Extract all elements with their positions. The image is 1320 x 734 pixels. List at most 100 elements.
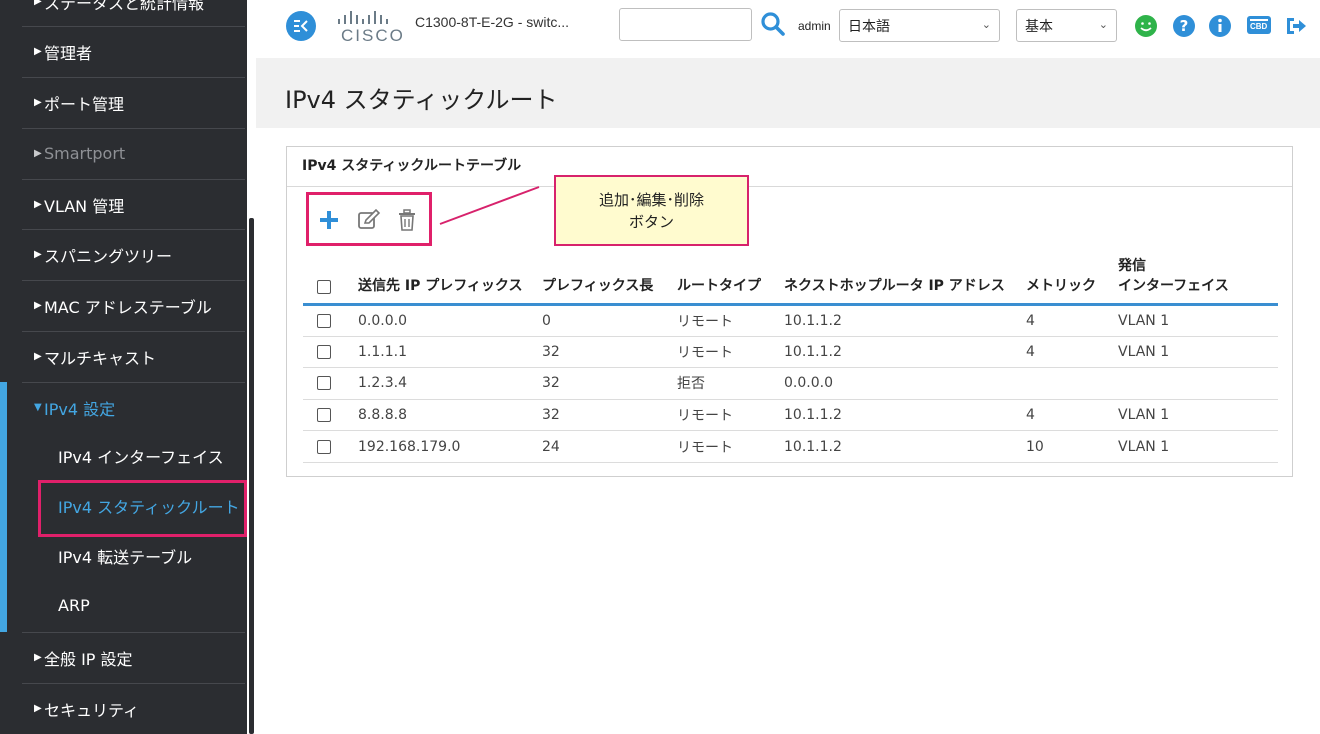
sidebar-item-security[interactable]: ▶ セキュリティ — [22, 683, 245, 733]
sidebar-item-label: Smartport — [44, 144, 126, 163]
sidebar-item-port-management[interactable]: ▶ ポート管理 — [22, 77, 245, 127]
cell-route-type: リモート — [677, 304, 784, 337]
delete-icon[interactable] — [395, 208, 419, 232]
cell-prefix-length: 0 — [542, 304, 677, 337]
sidebar-item-smartport[interactable]: ▶ Smartport — [22, 128, 245, 178]
username-label: admin — [798, 19, 831, 33]
annotation-callout: 追加･編集･削除 ボタン — [554, 175, 749, 246]
panel-title: IPv4 スタティックルートテーブル — [302, 158, 522, 174]
row-select-cell — [303, 367, 358, 400]
column-header-metric[interactable]: メトリック — [1026, 255, 1118, 306]
search-icon[interactable] — [760, 11, 786, 37]
logout-icon[interactable] — [1284, 14, 1308, 38]
sidebar-subitem-ipv4-forwarding-table[interactable]: IPv4 転送テーブル — [22, 531, 245, 581]
row-checkbox[interactable] — [317, 344, 331, 359]
cell-route-type: リモート — [677, 336, 784, 369]
search-input[interactable] — [619, 8, 752, 41]
cisco-logo: CISCO — [336, 7, 403, 45]
mode-select-value: 基本 — [1025, 19, 1053, 35]
row-select-cell — [303, 336, 358, 369]
cell-metric: 10 — [1026, 430, 1118, 463]
sidebar-item-status-statistics[interactable]: ▶ ステータスと統計情報 — [22, 0, 245, 26]
cell-route-type: 拒否 — [677, 367, 784, 400]
mode-select[interactable]: 基本 ⌄ — [1016, 9, 1117, 42]
column-header-route-type[interactable]: ルートタイプ — [677, 255, 784, 306]
language-select-value: 日本語 — [848, 19, 890, 35]
row-select-cell — [303, 399, 358, 432]
table-row[interactable]: 0.0.0.0 0 リモート 10.1.1.2 4 VLAN 1 — [303, 304, 1278, 337]
title-band: IPv4 スタティックルート — [256, 58, 1320, 128]
caret-down-icon: ▼ — [34, 402, 42, 413]
collapse-menu-button[interactable] — [286, 11, 316, 41]
sidebar-item-multicast[interactable]: ▶ マルチキャスト — [22, 331, 245, 381]
cell-destination: 1.2.3.4 — [358, 367, 542, 400]
sidebar-subitem-label: IPv4 転送テーブル — [58, 548, 193, 567]
cell-interface: VLAN 1 — [1118, 399, 1278, 432]
sidebar-subitem-arp[interactable]: ARP — [22, 580, 245, 630]
cisco-logo-text: CISCO — [341, 26, 405, 45]
table-row[interactable]: 192.168.179.0 24 リモート 10.1.1.2 10 VLAN 1 — [303, 430, 1278, 463]
sidebar-item-administration[interactable]: ▶ 管理者 — [22, 26, 245, 76]
cell-destination: 8.8.8.8 — [358, 399, 542, 432]
edit-icon[interactable] — [357, 208, 381, 232]
svg-text:?: ? — [1180, 17, 1189, 35]
cell-destination: 1.1.1.1 — [358, 336, 542, 369]
static-route-table: 送信先 IP プレフィックス プレフィックス長 ルートタイプ ネクストホップルー… — [303, 255, 1278, 463]
table-row[interactable]: 8.8.8.8 32 リモート 10.1.1.2 4 VLAN 1 — [303, 399, 1278, 432]
sidebar-item-label: ポート管理 — [44, 94, 125, 114]
table-header-row: 送信先 IP プレフィックス プレフィックス長 ルートタイプ ネクストホップルー… — [303, 255, 1278, 306]
callout-text-line1: 追加･編集･削除 — [598, 190, 704, 209]
system-status-icon[interactable] — [1134, 14, 1158, 38]
sidebar: ▶ ステータスと統計情報 ▶ 管理者 ▶ ポート管理 ▶ Smartport ▶… — [0, 0, 256, 734]
cbd-button[interactable]: CBD — [1246, 14, 1272, 36]
sidebar-subitem-label: ARP — [58, 595, 90, 615]
sidebar-section-indicator — [0, 382, 7, 632]
sidebar-subitem-label: IPv4 スタティックルート — [58, 498, 240, 517]
sidebar-item-label: ステータスと統計情報 — [44, 0, 205, 13]
row-checkbox[interactable] — [317, 376, 331, 391]
column-header-destination[interactable]: 送信先 IP プレフィックス — [358, 255, 542, 306]
row-checkbox[interactable] — [317, 408, 331, 423]
cell-next-hop: 10.1.1.2 — [784, 430, 1026, 463]
add-icon[interactable] — [317, 208, 341, 232]
sidebar-item-mac-address-table[interactable]: ▶ MAC アドレステーブル — [22, 280, 245, 330]
sidebar-scrollbar-thumb[interactable] — [249, 218, 254, 734]
column-header-next-hop[interactable]: ネクストホップルータ IP アドレス — [784, 255, 1026, 306]
table-row[interactable]: 1.2.3.4 32 拒否 0.0.0.0 — [303, 367, 1278, 400]
row-checkbox[interactable] — [317, 313, 331, 328]
select-all-checkbox[interactable] — [317, 280, 331, 294]
column-header-prefix-length[interactable]: プレフィックス長 — [542, 255, 677, 306]
cell-interface: VLAN 1 — [1118, 430, 1278, 463]
caret-right-icon: ▶ — [34, 148, 42, 159]
cell-prefix-length: 24 — [542, 430, 677, 463]
page-title: IPv4 スタティックルート — [285, 86, 558, 114]
caret-right-icon: ▶ — [34, 199, 42, 210]
sidebar-item-label: セキュリティ — [44, 700, 140, 720]
caret-right-icon: ▶ — [34, 652, 42, 663]
row-select-cell — [303, 304, 358, 337]
sidebar-subitem-ipv4-interface[interactable]: IPv4 インターフェイス — [22, 431, 245, 481]
row-checkbox[interactable] — [317, 439, 331, 454]
caret-right-icon: ▶ — [34, 0, 42, 7]
select-all-cell — [303, 255, 358, 306]
toolbar-highlight-box — [306, 192, 432, 246]
sidebar-item-spanning-tree[interactable]: ▶ スパニングツリー — [22, 229, 245, 279]
column-header-if-line1: 発信 — [1118, 258, 1146, 274]
callout-text-line2: ボタン — [628, 212, 674, 231]
cell-interface: VLAN 1 — [1118, 304, 1278, 337]
cell-route-type: リモート — [677, 399, 784, 432]
sidebar-subitem-label: IPv4 インターフェイス — [58, 448, 224, 467]
language-select[interactable]: 日本語 ⌄ — [839, 9, 1000, 42]
column-header-outgoing-interface[interactable]: 発信 インターフェイス — [1118, 255, 1278, 306]
info-icon[interactable] — [1208, 14, 1232, 38]
cell-metric: 4 — [1026, 304, 1118, 337]
help-icon[interactable]: ? — [1172, 14, 1196, 38]
table-row[interactable]: 1.1.1.1 32 リモート 10.1.1.2 4 VLAN 1 — [303, 336, 1278, 369]
sidebar-item-vlan-management[interactable]: ▶ VLAN 管理 — [22, 179, 245, 229]
cell-next-hop: 0.0.0.0 — [784, 367, 1026, 400]
sidebar-subitem-ipv4-static-route[interactable]: IPv4 スタティックルート — [22, 481, 245, 531]
caret-right-icon: ▶ — [34, 300, 42, 311]
sidebar-item-ipv4-settings[interactable]: ▼ IPv4 設定 — [22, 382, 245, 432]
caret-right-icon: ▶ — [34, 249, 42, 260]
sidebar-item-general-ip-settings[interactable]: ▶ 全般 IP 設定 — [22, 632, 245, 682]
